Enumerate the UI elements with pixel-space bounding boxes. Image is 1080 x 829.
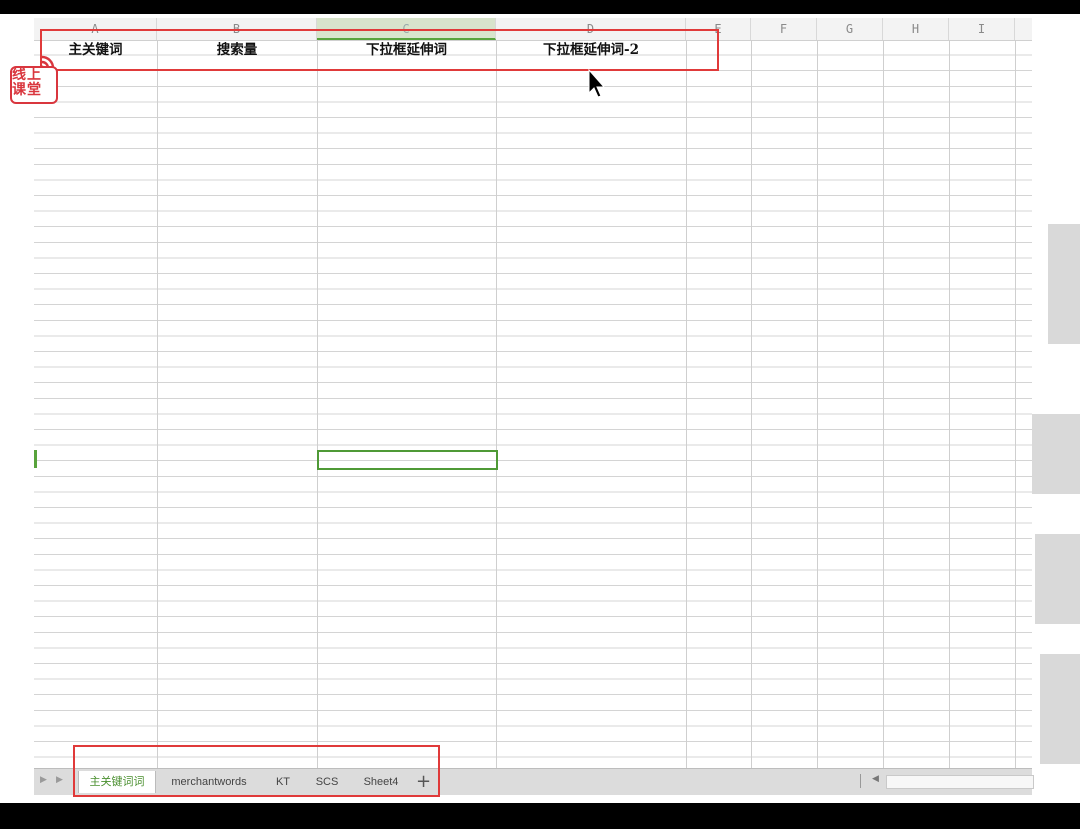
- active-row-marker: [34, 450, 37, 468]
- watermark-shape: [1032, 414, 1080, 494]
- gridline: [751, 40, 752, 768]
- gridline: [157, 40, 158, 768]
- gridline: [496, 40, 497, 768]
- column-header-h[interactable]: H: [883, 18, 949, 40]
- gridline: [317, 40, 318, 768]
- column-header-i[interactable]: I: [949, 18, 1015, 40]
- first-sheet-arrow-icon[interactable]: ▶: [40, 775, 47, 785]
- logo: 线上课堂: [8, 54, 58, 104]
- spreadsheet-grid[interactable]: A B C D E F G H I 主关键词 搜索量 下拉框延伸词 下拉框延伸词…: [34, 18, 1032, 768]
- column-header-g[interactable]: G: [817, 18, 883, 40]
- cell-grid[interactable]: [34, 40, 1032, 768]
- watermark-shape: [1048, 224, 1080, 344]
- scroll-left-arrow-icon[interactable]: ◀: [872, 774, 879, 784]
- scroll-divider: [860, 774, 861, 788]
- watermark-shape: [1035, 534, 1080, 624]
- prev-sheet-arrow-icon[interactable]: ▶: [56, 775, 63, 785]
- gridline: [817, 40, 818, 768]
- tabs-highlight-box: [73, 745, 440, 797]
- watermark-shape: [1040, 654, 1080, 764]
- horizontal-scrollbar[interactable]: [886, 775, 1034, 789]
- column-header-f[interactable]: F: [751, 18, 817, 40]
- gridline: [686, 40, 687, 768]
- gridline: [1015, 40, 1016, 768]
- screen: A B C D E F G H I 主关键词 搜索量 下拉框延伸词 下拉框延伸词…: [0, 14, 1080, 803]
- gridline: [949, 40, 950, 768]
- header-highlight-box: [40, 29, 719, 71]
- gridline: [883, 40, 884, 768]
- active-cell-selection[interactable]: [317, 450, 498, 470]
- mouse-cursor-icon: [588, 69, 606, 98]
- logo-text: 线上课堂: [12, 67, 42, 98]
